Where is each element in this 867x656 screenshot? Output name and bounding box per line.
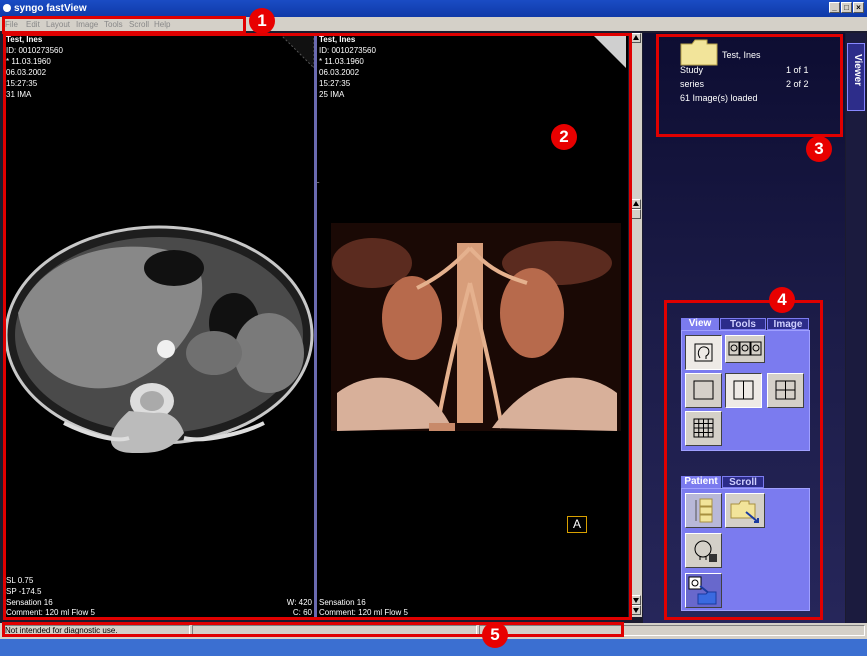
- annotation-box-tools: [664, 300, 823, 620]
- scroll-up-button[interactable]: [631, 199, 641, 209]
- annotation-box-info: [656, 34, 843, 137]
- annotation-badge-1: 1: [249, 8, 275, 34]
- annotation-box-status: [2, 622, 624, 637]
- scroll-thumb[interactable]: [631, 209, 641, 219]
- taskbar: [0, 639, 867, 656]
- annotation-badge-3: 3: [806, 136, 832, 162]
- app-icon: [3, 4, 11, 12]
- tab-viewer[interactable]: Viewer: [847, 43, 865, 111]
- scroll-bottom-button[interactable]: [631, 605, 641, 615]
- close-button[interactable]: ×: [853, 2, 864, 13]
- tab-viewer-label: Viewer: [852, 54, 863, 87]
- title-bar: syngo fastView _ □ ×: [0, 0, 867, 17]
- annotation-badge-4: 4: [769, 287, 795, 313]
- scroll-down-button[interactable]: [631, 595, 641, 605]
- side-tab-bar: Viewer: [846, 33, 866, 623]
- scroll-top-button[interactable]: [631, 33, 641, 43]
- window-title: syngo fastView: [14, 3, 87, 14]
- minimize-button[interactable]: _: [829, 2, 840, 13]
- maximize-button[interactable]: □: [841, 2, 852, 13]
- annotation-badge-2: 2: [551, 124, 577, 150]
- annotation-box-menu: [2, 16, 246, 34]
- annotation-badge-5: 5: [482, 622, 508, 648]
- annotation-box-viewers: [3, 33, 632, 620]
